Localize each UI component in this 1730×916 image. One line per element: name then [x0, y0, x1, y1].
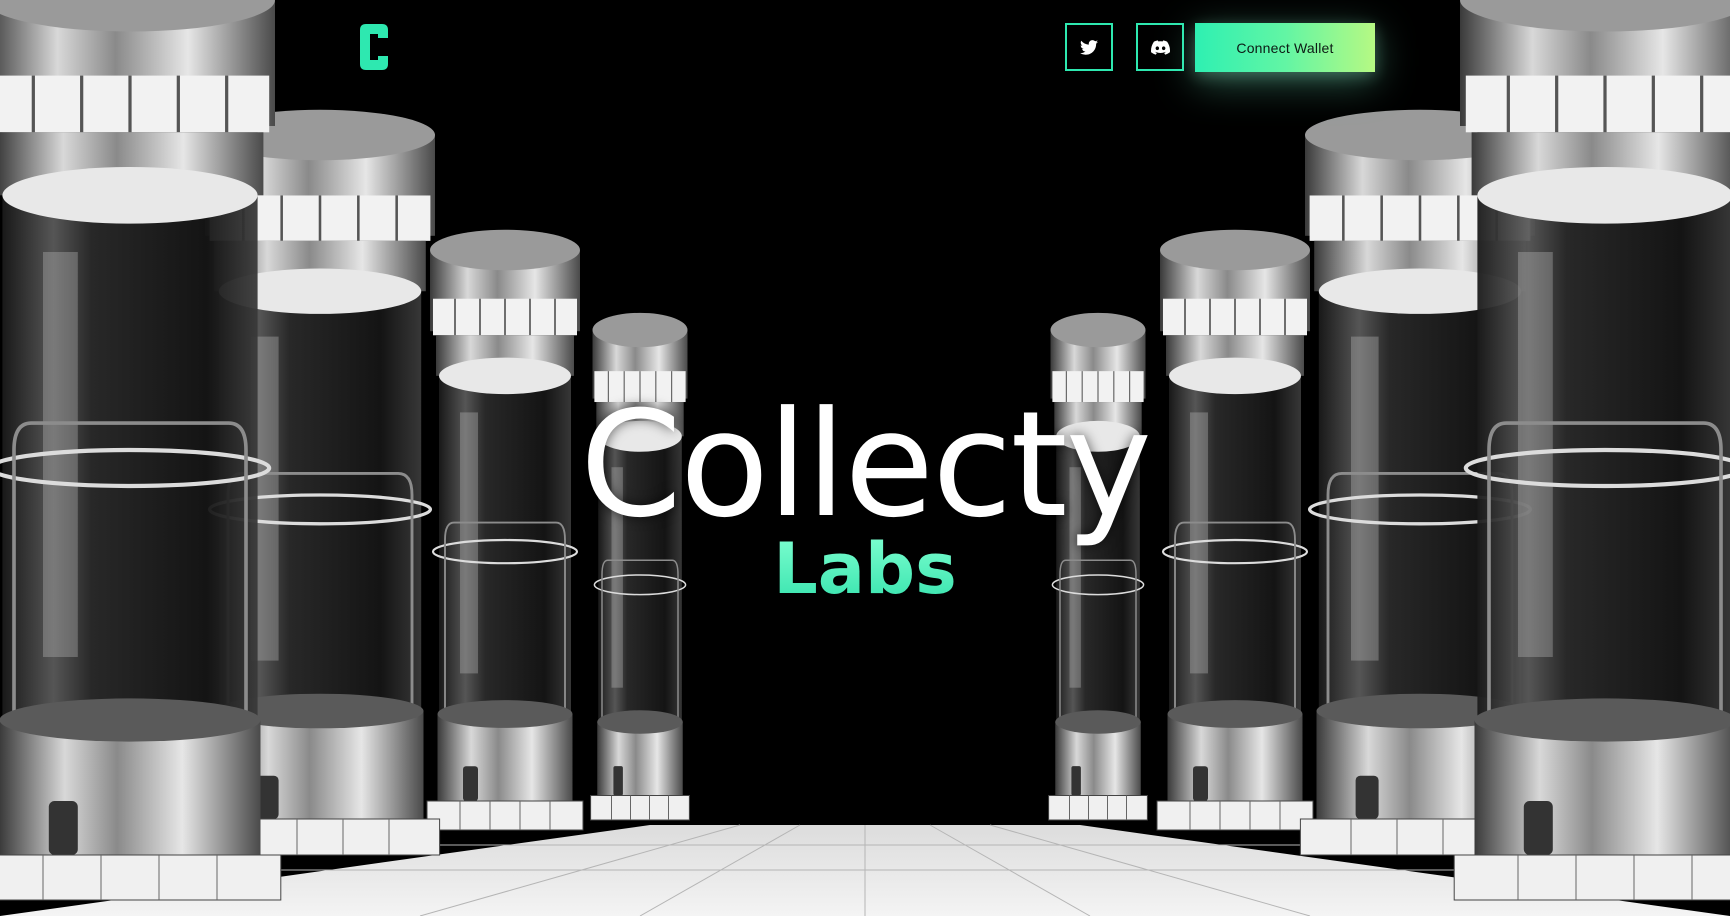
cryo-tank-left-1: [426, 229, 584, 831]
connect-wallet-button[interactable]: Connect Wallet: [1195, 23, 1375, 72]
cryo-tank-left-0: [590, 312, 690, 821]
cryo-tank-right-1: [1156, 229, 1314, 831]
discord-icon: [1150, 39, 1170, 55]
discord-button[interactable]: [1136, 23, 1184, 71]
cryo-tank-right-0: [1048, 312, 1148, 821]
hero-background-scene: [0, 0, 1730, 916]
twitter-icon: [1080, 39, 1098, 55]
logo-icon: [360, 24, 388, 70]
top-nav: Connect Wallet: [0, 0, 1730, 100]
logo[interactable]: [353, 19, 393, 75]
twitter-button[interactable]: [1065, 23, 1113, 71]
cryo-tank-right-3: [1453, 0, 1730, 901]
cryo-tank-left-3: [0, 0, 282, 901]
